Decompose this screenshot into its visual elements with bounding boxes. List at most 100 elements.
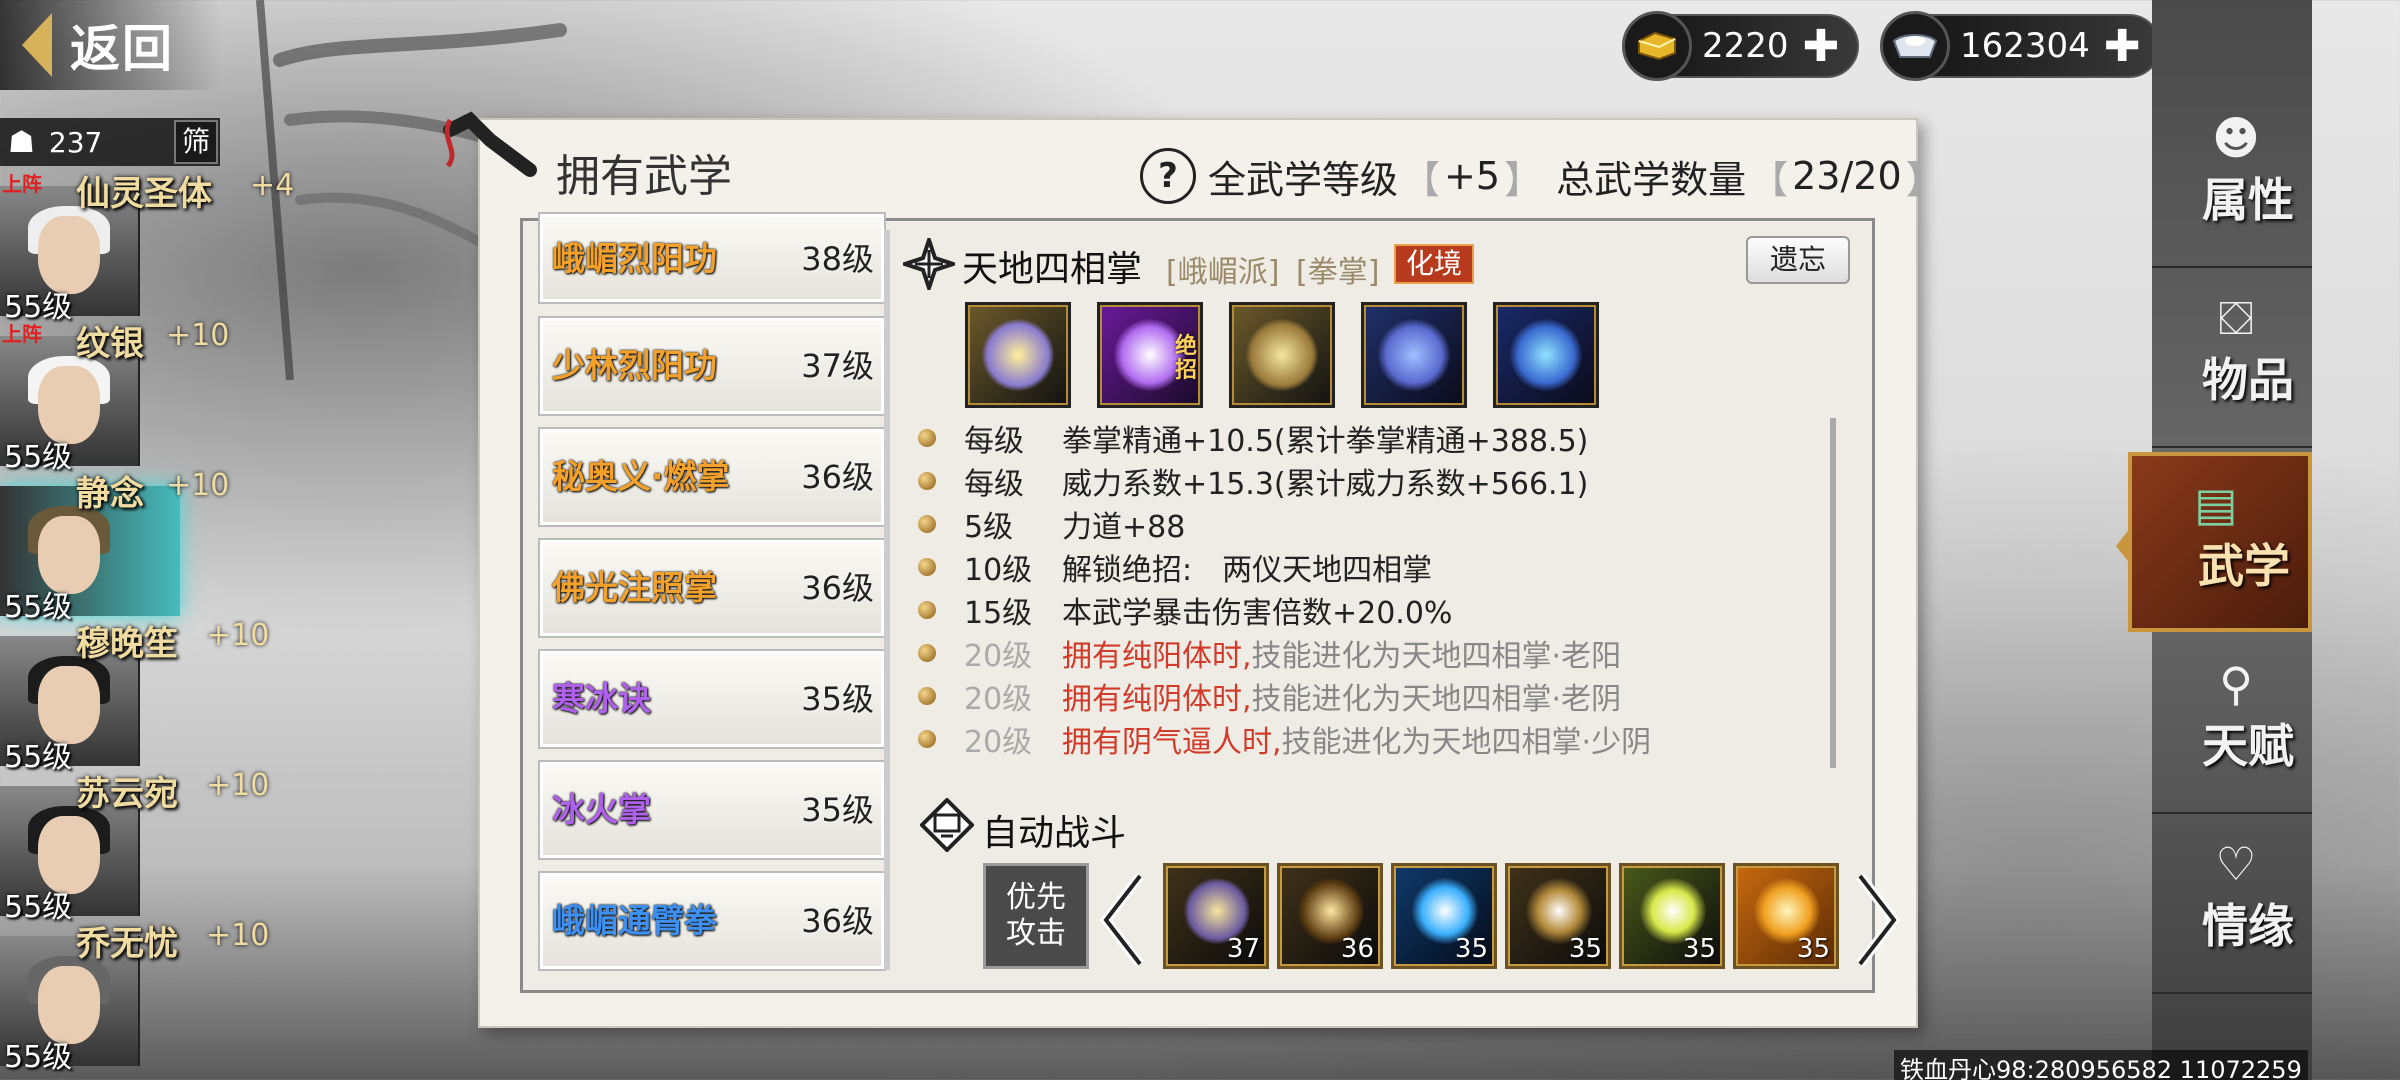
total-label: 总武学数量 (1556, 157, 1747, 202)
effect-key: 每级 (964, 424, 1024, 459)
martial-stats: ? 全武学等级 【 +5 】 总武学数量 【 23/20 】 (1140, 148, 1948, 204)
skill-type-tag: [拳掌] (1296, 255, 1380, 290)
ultimate-move-icon[interactable]: 绝招 (1097, 302, 1203, 408)
auto-skill-slot[interactable]: 36 (1277, 863, 1383, 969)
tab-relationships[interactable]: ♡ 情缘 (2152, 816, 2312, 994)
tab-items[interactable]: ⛋ 物品 (2152, 270, 2312, 448)
tab-martial-arts[interactable]: ▤ 武学 (2128, 452, 2312, 632)
effect-row-locked: 20级 拥有阴气逼人时, 技能进化为天地四相掌·少阴 (918, 719, 1652, 760)
effect-row-locked: 20级 拥有纯阳体时, 技能进化为天地四相掌·老阳 (918, 633, 1621, 674)
skill-list-item[interactable]: 寒冰诀 35级 (538, 649, 886, 749)
help-icon[interactable]: ? (1140, 148, 1196, 204)
add-gold-icon[interactable]: ✚ (1803, 21, 1840, 72)
effect-value: 解锁绝招: 两仪天地四相掌 (1062, 553, 1433, 588)
hero-card[interactable]: 穆晚笙 +10 55级 (0, 616, 269, 775)
back-button[interactable]: 返回 (0, 0, 220, 90)
forget-button[interactable]: 遗忘 (1746, 236, 1850, 284)
move-icon[interactable] (1493, 302, 1599, 408)
skill-list-item[interactable]: 峨嵋烈阳功 38级 (538, 212, 886, 304)
skill-level: 38级 (801, 240, 874, 278)
roster-count: 237 (48, 125, 103, 159)
gold-ingot-icon (1622, 11, 1692, 81)
skill-list-item[interactable]: 佛光注照掌 36级 (538, 538, 886, 638)
roster-person-icon: ☗ (8, 124, 35, 160)
skill-list-item[interactable]: 秘奥义·燃掌 36级 (538, 427, 886, 527)
skill-level: 37级 (801, 347, 874, 385)
hero-bonus: +10 (166, 468, 230, 503)
auto-skill-slot[interactable]: 35 (1505, 863, 1611, 969)
effect-row: 5级 力道+88 (918, 504, 1185, 545)
hero-card[interactable]: 上阵 仙灵圣体 +4 55级 (0, 166, 294, 325)
skill-level: 36级 (801, 458, 874, 496)
effect-row: 10级 解锁绝招: 两仪天地四相掌 (918, 547, 1433, 588)
monitor-diamond-icon (920, 798, 974, 852)
skill-name: 峨嵋烈阳功 (552, 239, 717, 278)
bullet-icon (918, 730, 936, 748)
effect-value: 技能进化为天地四相掌·少阴 (1281, 725, 1652, 760)
all-level-value: +5 (1444, 154, 1501, 198)
move-icon[interactable] (1361, 302, 1467, 408)
skill-sect-tag: [峨嵋派] (1166, 255, 1280, 290)
tab-label: 武学 (2198, 539, 2290, 593)
priority-attack-button[interactable]: 优先 攻击 (983, 863, 1089, 969)
gift-box-icon: ⛋ (2218, 291, 2254, 345)
hero-bonus: +10 (206, 768, 270, 803)
tab-label: 物品 (2202, 353, 2294, 407)
tab-attributes[interactable]: ☻ 属性 (2152, 90, 2312, 268)
slot-level: 36 (1340, 934, 1374, 964)
skill-list-item[interactable]: 冰火掌 35级 (538, 760, 886, 860)
filter-button[interactable]: 筛 (174, 120, 218, 164)
hero-card[interactable]: 上阵 纹银 +10 55级 (0, 316, 230, 475)
add-silver-icon[interactable]: ✚ (2104, 21, 2141, 72)
priority-line: 优先 (1006, 880, 1066, 915)
skill-list-scrollbar[interactable] (884, 230, 890, 970)
effect-value: 拳掌精通+10.5(累计拳掌精通+388.5) (1062, 424, 1589, 459)
skill-list-item[interactable]: 峨嵋通臂拳 36级 (538, 871, 886, 971)
bullet-icon (918, 601, 936, 619)
chevron-right-icon[interactable] (1852, 870, 1902, 970)
hero-name: 乔无忧 (76, 924, 178, 964)
bracket: 【 (1402, 157, 1441, 202)
skill-level: 36级 (801, 569, 874, 607)
bracket: 【 (1750, 157, 1789, 202)
effect-key: 20级 (964, 682, 1033, 717)
hero-card[interactable]: 苏云宛 +10 55级 (0, 766, 269, 925)
move-icon[interactable] (965, 302, 1071, 408)
auto-skill-slot[interactable]: 37 (1163, 863, 1269, 969)
tab-label: 情缘 (2202, 899, 2294, 953)
auto-skill-slot[interactable]: 35 (1733, 863, 1839, 969)
effect-row: 每级 威力系数+15.3(累计威力系数+566.1) (918, 461, 1589, 502)
talent-tree-icon: ⚲ (2219, 657, 2253, 711)
skill-level: 35级 (801, 680, 874, 718)
gold-amount: 2220 (1702, 26, 1789, 66)
effects-scrollbar[interactable] (1830, 418, 1836, 768)
gold-currency[interactable]: 2220 ✚ (1622, 11, 1860, 81)
silver-amount: 162304 (1960, 26, 2090, 66)
hero-card[interactable]: 乔无忧 +10 55级 (0, 916, 269, 1075)
effect-row: 每级 拳掌精通+10.5(累计拳掌精通+388.5) (918, 418, 1589, 459)
hero-name: 穆晚笙 (76, 624, 178, 664)
chevron-left-icon[interactable] (1098, 870, 1148, 970)
effect-row-locked: 20级 拥有纯阴体时, 技能进化为天地四相掌·老阴 (918, 676, 1622, 717)
tab-label: 属性 (2202, 173, 2294, 227)
skill-name: 少林烈阳功 (552, 346, 717, 385)
hero-level: 55级 (4, 1040, 73, 1075)
silver-ingot-icon (1880, 11, 1950, 81)
effect-value: 威力系数+15.3(累计威力系数+566.1) (1062, 467, 1589, 502)
user-id-watermark: 铁血丹心98:280956582 11072259 (1894, 1050, 2308, 1080)
effect-key: 每级 (964, 467, 1024, 502)
auto-skill-slot[interactable]: 35 (1391, 863, 1497, 969)
hero-name: 静念 (76, 474, 144, 514)
skill-name: 冰火掌 (552, 790, 651, 829)
tab-talents[interactable]: ⚲ 天赋 (2152, 636, 2312, 814)
effect-value: 技能进化为天地四相掌·老阴 (1251, 682, 1622, 717)
bullet-icon (918, 515, 936, 533)
slot-level: 35 (1796, 934, 1830, 964)
realm-badge: 化境 (1394, 244, 1475, 284)
silver-currency[interactable]: 162304 ✚ (1880, 11, 2161, 81)
auto-skill-slot[interactable]: 35 (1619, 863, 1725, 969)
move-icon[interactable] (1229, 302, 1335, 408)
hero-card-selected[interactable]: 静念 +10 55级 (0, 466, 230, 625)
skill-list-item[interactable]: 少林烈阳功 37级 (538, 316, 886, 416)
hero-bonus: +10 (166, 318, 230, 353)
